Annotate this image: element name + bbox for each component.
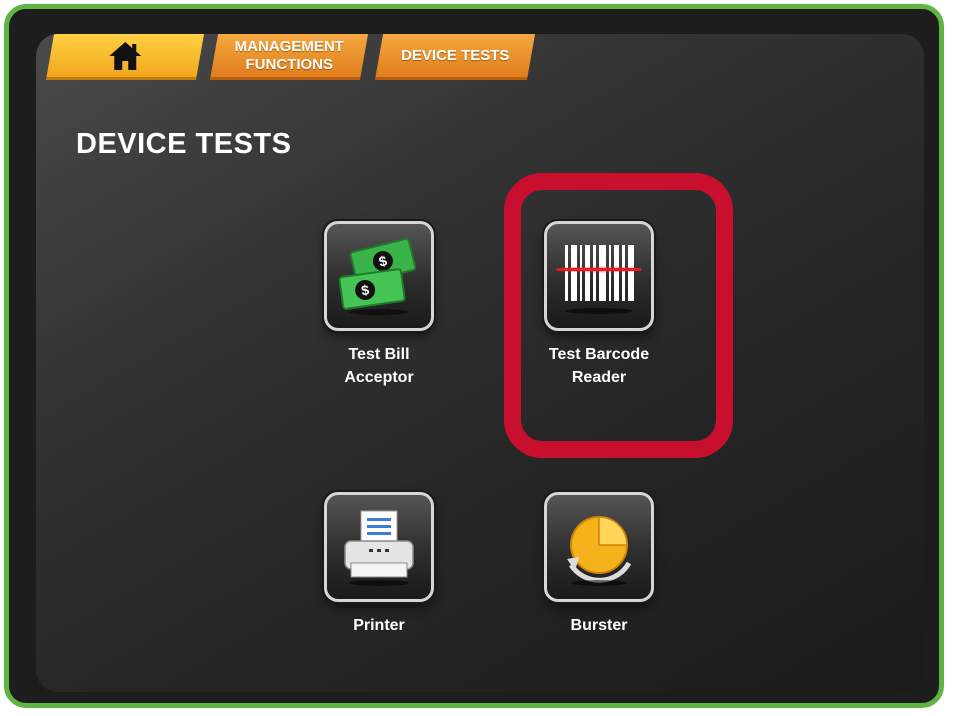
tab-device-tests[interactable]: DEVICE TESTS <box>374 34 536 80</box>
test-bill-acceptor-button[interactable]: $ $ <box>324 221 434 331</box>
test-barcode-reader-button[interactable] <box>544 221 654 331</box>
tab-management-functions[interactable]: MANAGEMENT FUNCTIONS <box>209 34 369 80</box>
label-line-1: Test Bill <box>348 346 410 363</box>
burster-label: Burster <box>519 614 679 637</box>
test-barcode-reader-label: Test Barcode Reader <box>519 343 679 389</box>
label-line-2: Reader <box>571 369 627 386</box>
test-bill-acceptor-label: Test Bill Acceptor <box>299 343 459 389</box>
label-line-1: Printer <box>353 617 405 634</box>
tab-home[interactable] <box>45 34 205 80</box>
burster-icon <box>567 516 632 586</box>
printer-label: Printer <box>299 614 459 637</box>
home-icon <box>109 41 142 70</box>
printer-icon <box>344 510 414 586</box>
label-line-1: Burster <box>570 617 628 634</box>
printer-tile[interactable]: Printer <box>299 492 459 637</box>
device-frame: MANAGEMENT FUNCTIONS DEVICE TESTS DEVICE… <box>4 4 944 708</box>
test-bill-acceptor-tile[interactable]: $ $ Test Bill Acceptor <box>299 221 459 389</box>
tab-device-tests-label: DEVICE TESTS <box>401 46 510 64</box>
test-barcode-reader-tile[interactable]: Test Barcode Reader <box>519 221 679 389</box>
burster-button[interactable] <box>544 492 654 602</box>
printer-button[interactable] <box>324 492 434 602</box>
barcode-icon <box>555 245 643 314</box>
device-tests-screen: MANAGEMENT FUNCTIONS DEVICE TESTS DEVICE… <box>36 34 924 692</box>
burster-tile[interactable]: Burster <box>519 492 679 637</box>
tab-management-label: MANAGEMENT FUNCTIONS <box>234 37 344 73</box>
label-line-1: Test Barcode <box>548 346 650 363</box>
money-icon: $ $ <box>338 237 417 315</box>
label-line-2: Acceptor <box>344 369 414 386</box>
page-title: DEVICE TESTS <box>76 128 292 160</box>
